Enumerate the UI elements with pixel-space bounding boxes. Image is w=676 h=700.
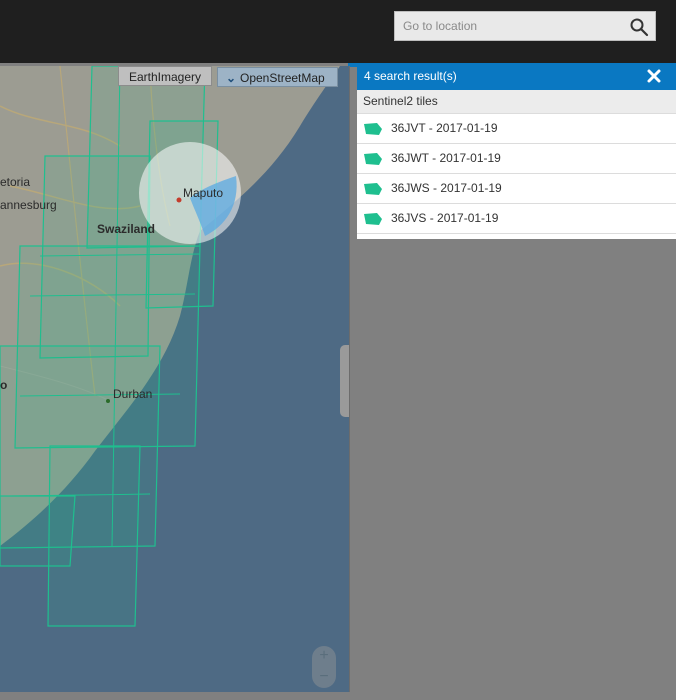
results-count: 4 search result(s): [364, 69, 457, 83]
map-label-lesotho: o: [0, 378, 8, 392]
results-category: Sentinel2 tiles: [357, 90, 676, 114]
result-label: 36JVS - 2017-01-19: [391, 211, 499, 225]
location-search-input[interactable]: [395, 12, 633, 40]
result-label: 36JVT - 2017-01-19: [391, 121, 498, 135]
zoom-control: + −: [312, 646, 336, 688]
location-search-box[interactable]: [394, 11, 656, 41]
map-canvas[interactable]: [0, 66, 349, 692]
result-item[interactable]: 36JWS - 2017-01-19: [357, 174, 676, 204]
map-label-maputo: Maputo: [183, 186, 224, 200]
zoom-in-button[interactable]: +: [312, 646, 336, 667]
result-item[interactable]: 36JVT - 2017-01-19: [357, 114, 676, 144]
zoom-out-button[interactable]: −: [312, 667, 336, 688]
map-label-johannesburg: annesburg: [0, 198, 57, 212]
openstreetmap-layer-button[interactable]: ⌄ OpenStreetMap: [217, 67, 338, 87]
earth-imagery-layer-button[interactable]: EarthImagery: [118, 66, 212, 86]
result-label: 36JWS - 2017-01-19: [391, 181, 502, 195]
tile-footprint-icon: [364, 183, 382, 195]
chevron-down-icon: ⌄: [226, 71, 237, 85]
panel-resize-handle[interactable]: [340, 345, 349, 417]
tile-footprint-icon: [364, 153, 382, 165]
close-icon[interactable]: [646, 68, 662, 84]
earth-imagery-label: EarthImagery: [128, 70, 202, 84]
result-item[interactable]: 36JVS - 2017-01-19: [357, 204, 676, 234]
result-label: 36JWT - 2017-01-19: [391, 151, 501, 165]
map-label-durban: Durban: [113, 387, 153, 401]
results-header: 4 search result(s): [357, 66, 676, 90]
map-label-swaziland: Swaziland: [97, 222, 156, 236]
map-label-pretoria: etoria: [0, 175, 31, 189]
search-results-panel: 4 search result(s) Sentinel2 tiles 36JVT…: [357, 66, 676, 239]
openstreetmap-label: OpenStreetMap: [240, 71, 325, 85]
tile-footprint-icon: [364, 123, 382, 135]
result-item[interactable]: 36JWT - 2017-01-19: [357, 144, 676, 174]
top-bar: [0, 0, 676, 63]
tile-footprint-icon: [364, 213, 382, 225]
search-icon[interactable]: [629, 17, 649, 37]
map-view[interactable]: etoria annesburg Swaziland Maputo Durban…: [0, 66, 350, 692]
